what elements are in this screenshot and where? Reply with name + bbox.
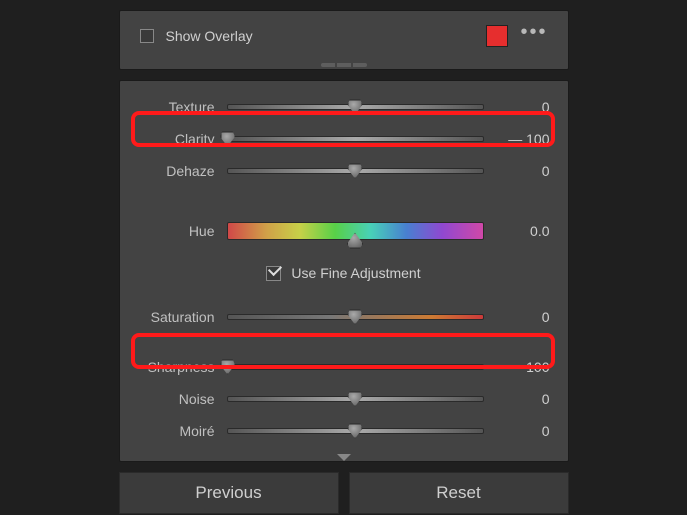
texture-thumb[interactable] xyxy=(348,100,363,115)
saturation-label: Saturation xyxy=(134,309,219,325)
overlay-right: ••• xyxy=(486,25,547,47)
overlay-section: Show Overlay ••• xyxy=(119,10,569,70)
dehaze-label: Dehaze xyxy=(134,163,219,179)
clarity-row: Clarity — 100 xyxy=(134,123,554,155)
hue-value[interactable]: 0.0 xyxy=(492,223,554,239)
moire-value[interactable]: 0 xyxy=(492,423,554,439)
fine-adjustment-checkbox[interactable] xyxy=(266,266,281,281)
clarity-label: Clarity xyxy=(134,131,219,147)
sharpness-label: Sharpness xyxy=(134,359,219,375)
moire-thumb[interactable] xyxy=(348,424,363,439)
noise-slider[interactable] xyxy=(227,396,484,402)
sharpness-value[interactable]: — 100 xyxy=(492,359,554,375)
panel-wrapper: Show Overlay ••• Texture 0 Clarity xyxy=(119,10,569,514)
fine-adjustment-row: Use Fine Adjustment xyxy=(134,253,554,293)
noise-label: Noise xyxy=(134,391,219,407)
hue-label: Hue xyxy=(134,223,219,239)
overlay-left: Show Overlay xyxy=(140,28,253,44)
clarity-slider[interactable] xyxy=(227,136,484,142)
saturation-thumb[interactable] xyxy=(348,310,363,325)
moire-label: Moiré xyxy=(134,423,219,439)
saturation-value[interactable]: 0 xyxy=(492,309,554,325)
previous-button[interactable]: Previous xyxy=(119,472,339,514)
hue-slider[interactable] xyxy=(227,222,484,240)
texture-value[interactable]: 0 xyxy=(492,99,554,115)
sliders-section: Texture 0 Clarity — 100 Dehaze 0 Hue xyxy=(119,80,569,462)
noise-thumb[interactable] xyxy=(348,392,363,407)
clarity-thumb[interactable] xyxy=(220,132,235,147)
drag-grip-icon[interactable] xyxy=(321,63,367,67)
texture-label: Texture xyxy=(134,99,219,115)
noise-row: Noise 0 xyxy=(134,383,554,415)
dehaze-row: Dehaze 0 xyxy=(134,155,554,187)
clarity-value[interactable]: — 100 xyxy=(492,131,554,147)
saturation-slider[interactable] xyxy=(227,314,484,320)
hue-row: Hue 0.0 xyxy=(134,211,554,251)
overlay-bar: Show Overlay ••• xyxy=(134,21,554,51)
dehaze-thumb[interactable] xyxy=(348,164,363,179)
sharpness-thumb[interactable] xyxy=(220,360,235,375)
more-options-icon[interactable]: ••• xyxy=(520,27,547,45)
show-overlay-label: Show Overlay xyxy=(166,28,253,44)
buttons-row: Previous Reset xyxy=(119,472,569,514)
texture-row: Texture 0 xyxy=(134,91,554,123)
fine-adjustment-label: Use Fine Adjustment xyxy=(291,265,420,281)
moire-slider[interactable] xyxy=(227,428,484,434)
sharpness-slider[interactable] xyxy=(227,364,484,370)
moire-row: Moiré 0 xyxy=(134,415,554,447)
show-overlay-checkbox[interactable] xyxy=(140,29,154,43)
dehaze-slider[interactable] xyxy=(227,168,484,174)
chevron-down-icon[interactable] xyxy=(337,454,351,461)
overlay-color-swatch[interactable] xyxy=(486,25,508,47)
noise-value[interactable]: 0 xyxy=(492,391,554,407)
texture-slider[interactable] xyxy=(227,104,484,110)
hue-thumb[interactable] xyxy=(347,233,363,249)
dehaze-value[interactable]: 0 xyxy=(492,163,554,179)
saturation-row: Saturation 0 xyxy=(134,301,554,333)
reset-button[interactable]: Reset xyxy=(349,472,569,514)
sharpness-row: Sharpness — 100 xyxy=(134,351,554,383)
